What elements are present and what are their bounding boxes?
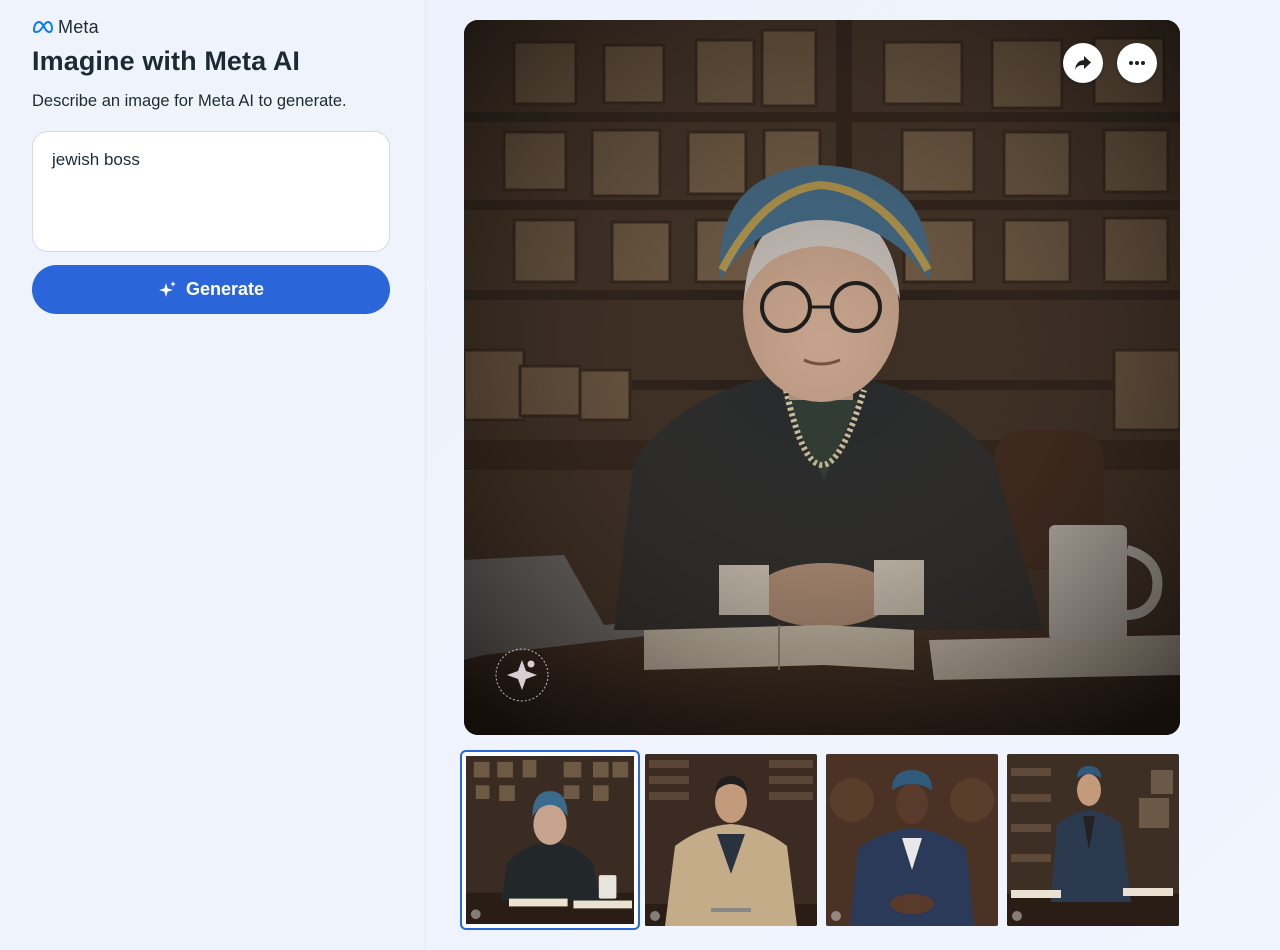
thumbnail-4-image bbox=[1007, 754, 1179, 926]
share-button[interactable] bbox=[1063, 43, 1103, 83]
left-panel: Meta Imagine with Meta AI Describe an im… bbox=[0, 0, 426, 950]
brand-name: Meta bbox=[58, 16, 99, 37]
page-title: Imagine with Meta AI bbox=[32, 46, 301, 76]
thumbnail-strip bbox=[460, 750, 1182, 930]
ellipsis-icon bbox=[1129, 61, 1145, 65]
prompt-input[interactable] bbox=[32, 131, 390, 252]
thumbnail-4[interactable] bbox=[1007, 754, 1179, 926]
thumbnail-2-image bbox=[645, 754, 817, 926]
page-subtitle: Describe an image for Meta AI to generat… bbox=[32, 92, 347, 110]
generated-image[interactable] bbox=[464, 20, 1180, 735]
generate-button-label: Generate bbox=[185, 279, 265, 299]
meta-logo[interactable]: Meta bbox=[32, 16, 99, 38]
meta-infinity-icon bbox=[33, 21, 53, 33]
more-options-button[interactable] bbox=[1117, 43, 1157, 83]
thumbnail-1-image bbox=[466, 756, 634, 924]
generate-button[interactable]: Generate bbox=[32, 265, 390, 314]
thumbnail-2[interactable] bbox=[645, 754, 817, 926]
thumbnail-1[interactable] bbox=[460, 750, 640, 930]
share-arrow-icon bbox=[1075, 56, 1091, 70]
thumbnail-3[interactable] bbox=[826, 754, 998, 926]
generated-image-artwork bbox=[464, 20, 1180, 735]
sparkle-icon bbox=[158, 280, 176, 297]
thumbnail-3-image bbox=[826, 754, 998, 926]
